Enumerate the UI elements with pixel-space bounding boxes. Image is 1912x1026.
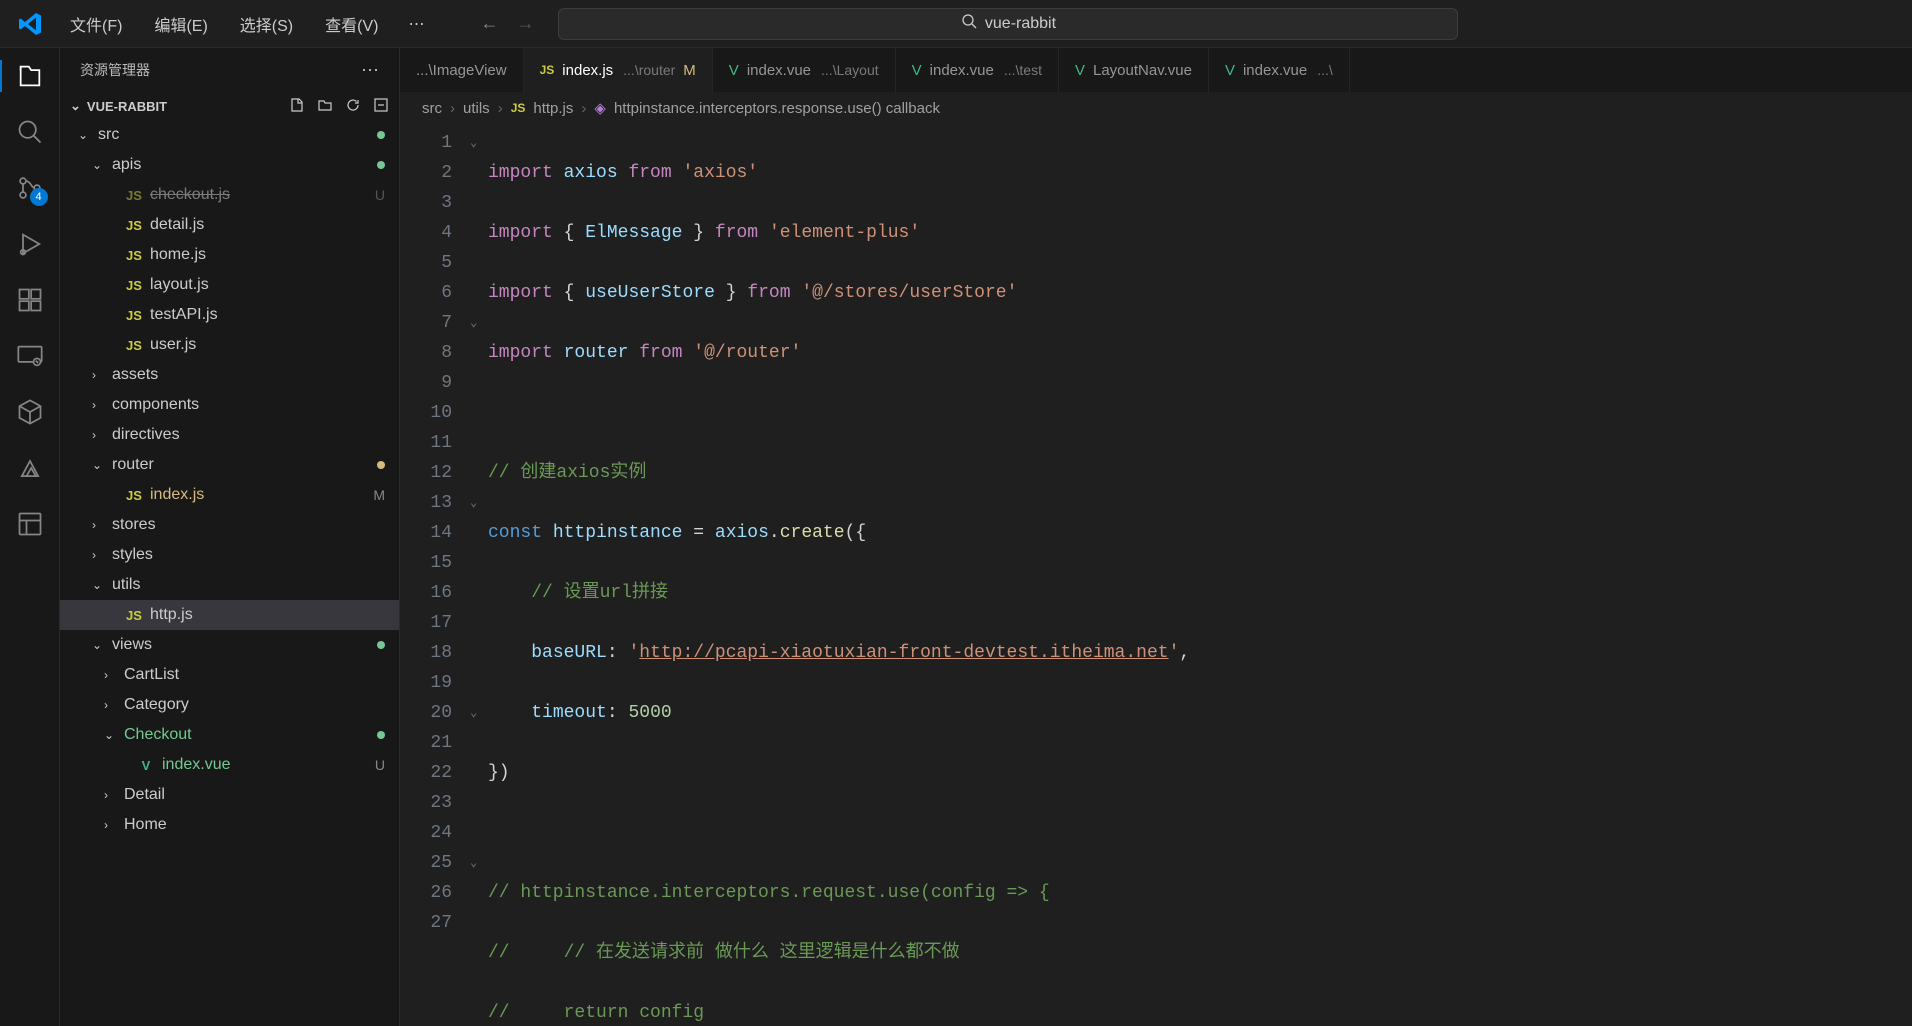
explorer-icon[interactable] <box>14 60 46 92</box>
file-checkout-index-vue[interactable]: Vindex.vueU <box>60 750 399 780</box>
breadcrumb-file[interactable]: http.js <box>533 100 573 117</box>
vue-icon: V <box>1225 62 1235 79</box>
activity-bar: 4 <box>0 48 60 1026</box>
nav-forward-icon[interactable]: → <box>516 13 534 34</box>
file-detail-js[interactable]: JSdetail.js <box>60 210 399 240</box>
project-name: VUE-RABBIT <box>87 99 167 114</box>
folder-cartlist[interactable]: ›CartList <box>60 660 399 690</box>
nuxt-icon[interactable] <box>14 452 46 484</box>
new-file-icon[interactable] <box>289 97 305 116</box>
menu-overflow-icon[interactable]: ⋯ <box>396 8 436 40</box>
remote-icon[interactable] <box>14 340 46 372</box>
search-activity-icon[interactable] <box>14 116 46 148</box>
breadcrumb-symbol[interactable]: httpinstance.interceptors.response.use()… <box>614 100 940 117</box>
source-control-icon[interactable]: 4 <box>14 172 46 204</box>
package-icon[interactable] <box>14 396 46 428</box>
tab-layoutnav[interactable]: VLayoutNav.vue <box>1059 48 1209 92</box>
folder-category[interactable]: ›Category <box>60 690 399 720</box>
js-icon: JS <box>124 608 144 623</box>
js-icon: JS <box>124 488 144 503</box>
folder-router[interactable]: ⌄router <box>60 450 399 480</box>
search-icon <box>961 13 977 34</box>
vue-icon: V <box>1075 62 1085 79</box>
git-dot-icon <box>377 131 385 139</box>
breadcrumb[interactable]: src › utils › JS http.js › ◈ httpinstanc… <box>400 92 1912 124</box>
chevron-right-icon: › <box>581 100 586 117</box>
command-center[interactable]: vue-rabbit <box>558 8 1458 40</box>
fold-gutter[interactable]: ⌄⌄⌄⌄⌄ <box>470 128 488 1026</box>
vue-icon: V <box>729 62 739 79</box>
folder-views[interactable]: ⌄views <box>60 630 399 660</box>
refresh-icon[interactable] <box>345 97 361 116</box>
folder-utils[interactable]: ⌄utils <box>60 570 399 600</box>
js-icon: JS <box>511 101 526 115</box>
tab-index-router[interactable]: JSindex.js...\routerM <box>524 48 713 92</box>
titlebar: 文件(F) 编辑(E) 选择(S) 查看(V) ⋯ ← → vue-rabbit <box>0 0 1912 48</box>
menu-file[interactable]: 文件(F) <box>56 6 136 42</box>
code-content[interactable]: import axios from 'axios' import { ElMes… <box>488 128 1912 1026</box>
sidebar-title: 资源管理器 <box>80 60 150 80</box>
js-icon: JS <box>124 308 144 323</box>
breadcrumb-utils[interactable]: utils <box>463 100 490 117</box>
folder-styles[interactable]: ›styles <box>60 540 399 570</box>
folder-detail[interactable]: ›Detail <box>60 780 399 810</box>
vue-icon: V <box>912 62 922 79</box>
git-dot-icon <box>377 161 385 169</box>
search-text: vue-rabbit <box>985 15 1056 33</box>
tab-index-layout[interactable]: Vindex.vue...\Layout <box>713 48 896 92</box>
vue-icon: V <box>136 758 156 773</box>
folder-stores[interactable]: ›stores <box>60 510 399 540</box>
file-layout-js[interactable]: JSlayout.js <box>60 270 399 300</box>
folder-src[interactable]: ⌄src <box>60 120 399 150</box>
file-home-js[interactable]: JShome.js <box>60 240 399 270</box>
file-checkout-js[interactable]: JScheckout.jsU <box>60 180 399 210</box>
vscode-logo-icon <box>18 12 42 36</box>
symbol-icon: ◈ <box>594 99 606 117</box>
folder-components[interactable]: ›components <box>60 390 399 420</box>
git-dot-icon <box>377 731 385 739</box>
debug-icon[interactable] <box>14 228 46 260</box>
js-icon: JS <box>124 338 144 353</box>
menu-select[interactable]: 选择(S) <box>226 6 307 42</box>
js-icon: JS <box>124 188 144 203</box>
chevron-right-icon: › <box>450 100 455 117</box>
editor-area: ...\ImageView JSindex.js...\routerM Vind… <box>400 48 1912 1026</box>
new-folder-icon[interactable] <box>317 97 333 116</box>
folder-apis[interactable]: ⌄apis <box>60 150 399 180</box>
file-router-index[interactable]: JSindex.jsM <box>60 480 399 510</box>
tab-index-trunc[interactable]: Vindex.vue...\ <box>1209 48 1350 92</box>
folder-home[interactable]: ›Home <box>60 810 399 840</box>
chevron-down-icon: ⌄ <box>70 98 81 114</box>
file-tree: ⌄src ⌄apis JScheckout.jsU JSdetail.js JS… <box>60 120 399 1026</box>
sidebar: 资源管理器 ⋯ ⌄ VUE-RABBIT ⌄src ⌄apis JSchecko… <box>60 48 400 1026</box>
scm-badge: 4 <box>30 188 48 206</box>
layout-icon[interactable] <box>14 508 46 540</box>
breadcrumb-src[interactable]: src <box>422 100 442 117</box>
sidebar-more-icon[interactable]: ⋯ <box>361 60 379 81</box>
tab-imageview[interactable]: ...\ImageView <box>400 48 524 92</box>
file-user-js[interactable]: JSuser.js <box>60 330 399 360</box>
collapse-icon[interactable] <box>373 97 389 116</box>
code-editor[interactable]: 1234567891011121314151617181920212223242… <box>400 124 1912 1026</box>
git-dot-icon <box>377 461 385 469</box>
js-icon: JS <box>124 248 144 263</box>
tab-bar: ...\ImageView JSindex.js...\routerM Vind… <box>400 48 1912 92</box>
line-gutter: 1234567891011121314151617181920212223242… <box>400 128 470 1026</box>
folder-assets[interactable]: ›assets <box>60 360 399 390</box>
folder-directives[interactable]: ›directives <box>60 420 399 450</box>
chevron-right-icon: › <box>498 100 503 117</box>
menu-view[interactable]: 查看(V) <box>311 6 392 42</box>
file-http-js[interactable]: JShttp.js <box>60 600 399 630</box>
git-dot-icon <box>377 641 385 649</box>
project-header[interactable]: ⌄ VUE-RABBIT <box>60 92 399 120</box>
folder-checkout[interactable]: ⌄Checkout <box>60 720 399 750</box>
extensions-icon[interactable] <box>14 284 46 316</box>
tab-index-test[interactable]: Vindex.vue...\test <box>896 48 1059 92</box>
nav-back-icon[interactable]: ← <box>480 13 498 34</box>
menu-edit[interactable]: 编辑(E) <box>140 6 221 42</box>
file-testapi-js[interactable]: JStestAPI.js <box>60 300 399 330</box>
js-icon: JS <box>124 278 144 293</box>
js-icon: JS <box>124 218 144 233</box>
js-icon: JS <box>540 63 555 77</box>
